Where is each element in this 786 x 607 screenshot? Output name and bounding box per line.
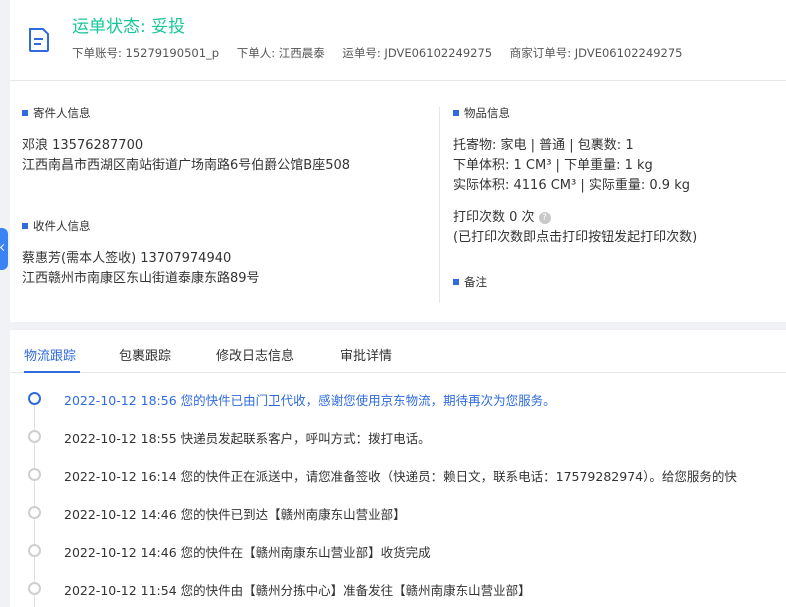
timeline-dot-icon bbox=[28, 468, 41, 481]
goods-heading: 物品信息 bbox=[453, 105, 510, 121]
shipment-info: 寄件人信息 邓浪 13576287700 江西南昌市西湖区南站街道广场南路6号伯… bbox=[10, 80, 786, 322]
tracking-item: 2022-10-12 16:14 您的快件正在派送中，请您准备签收（快递员：赖日… bbox=[10, 465, 786, 485]
tracking-item: 2022-10-12 18:56 您的快件已由门卫代收，感谢您使用京东物流，期待… bbox=[10, 389, 786, 409]
tracking-item: 2022-10-12 11:54 您的快件由【赣州分拣中心】准备发往【赣州南康东… bbox=[10, 579, 786, 599]
sender-heading: 寄件人信息 bbox=[22, 105, 91, 121]
tracking-item: 2022-10-12 18:55 快递员发起联系客户，呼叫方式：拨打电话。 bbox=[10, 427, 786, 447]
tab-bar: 物流跟踪 包裹跟踪 修改日志信息 审批详情 bbox=[10, 330, 786, 373]
side-collapse-tab[interactable] bbox=[0, 228, 8, 270]
timeline-dot-icon bbox=[28, 392, 41, 405]
section-marker-icon bbox=[22, 223, 28, 229]
tab-logistics-tracking[interactable]: 物流跟踪 bbox=[24, 345, 76, 364]
waybill-number: 运单号: JDVE06102249275 bbox=[342, 46, 493, 60]
waybill-status: 运单状态: 妥投 bbox=[72, 17, 186, 37]
remarks-heading: 备注 bbox=[453, 274, 487, 290]
print-hint: (已打印次数即点击打印按钮发起打印次数) bbox=[453, 230, 698, 245]
section-marker-icon bbox=[453, 279, 459, 285]
document-icon bbox=[29, 28, 49, 52]
order-volume-weight: 下单体积: 1 CM³ | 下单重量: 1 kg bbox=[453, 158, 653, 173]
active-tab-indicator bbox=[24, 371, 80, 373]
sender-name-phone: 邓浪 13576287700 bbox=[22, 138, 144, 153]
goods-type-count: 托寄物: 家电 | 普通 | 包裹数: 1 bbox=[453, 138, 634, 153]
order-account: 下单账号: 15279190501_p bbox=[72, 46, 220, 60]
actual-volume-weight: 实际体积: 4116 CM³ | 实际重量: 0.9 kg bbox=[453, 178, 690, 193]
print-count: 打印次数 0 次? bbox=[453, 206, 551, 225]
timeline-dot-icon bbox=[28, 430, 41, 443]
timeline-dot-icon bbox=[28, 506, 41, 519]
tracking-item: 2022-10-12 14:46 您的快件在【赣州南康东山营业部】收货完成 bbox=[10, 541, 786, 561]
section-marker-icon bbox=[453, 110, 459, 116]
orderer: 下单人: 江西晨泰 bbox=[236, 46, 325, 60]
sender-address: 江西南昌市西湖区南站街道广场南路6号伯爵公馆B座508 bbox=[22, 158, 351, 173]
receiver-address: 江西赣州市南康区东山街道泰康东路89号 bbox=[22, 271, 260, 286]
tracking-panel: 物流跟踪 包裹跟踪 修改日志信息 审批详情 2022-10-12 18:56 您… bbox=[10, 330, 786, 607]
tab-package-tracking[interactable]: 包裹跟踪 bbox=[119, 345, 171, 364]
tracking-item: 2022-10-12 14:46 您的快件已到达【赣州南康东山营业部】 bbox=[10, 503, 786, 523]
waybill-header: 运单状态: 妥投 下单账号: 15279190501_p 下单人: 江西晨泰 运… bbox=[10, 0, 786, 80]
timeline-dot-icon bbox=[28, 544, 41, 557]
waybill-meta: 下单账号: 15279190501_p 下单人: 江西晨泰 运单号: JDVE0… bbox=[72, 45, 696, 61]
column-divider bbox=[439, 107, 440, 303]
tab-approval-details[interactable]: 审批详情 bbox=[340, 345, 392, 364]
timeline-dot-icon bbox=[28, 582, 41, 595]
receiver-name-phone: 蔡惠芳(需本人签收) 13707974940 bbox=[22, 251, 232, 266]
receiver-heading: 收件人信息 bbox=[22, 218, 91, 234]
section-marker-icon bbox=[22, 110, 28, 116]
merchant-order-number: 商家订单号: JDVE06102249275 bbox=[509, 46, 683, 60]
help-icon[interactable]: ? bbox=[538, 212, 551, 224]
tab-change-log[interactable]: 修改日志信息 bbox=[216, 345, 294, 364]
